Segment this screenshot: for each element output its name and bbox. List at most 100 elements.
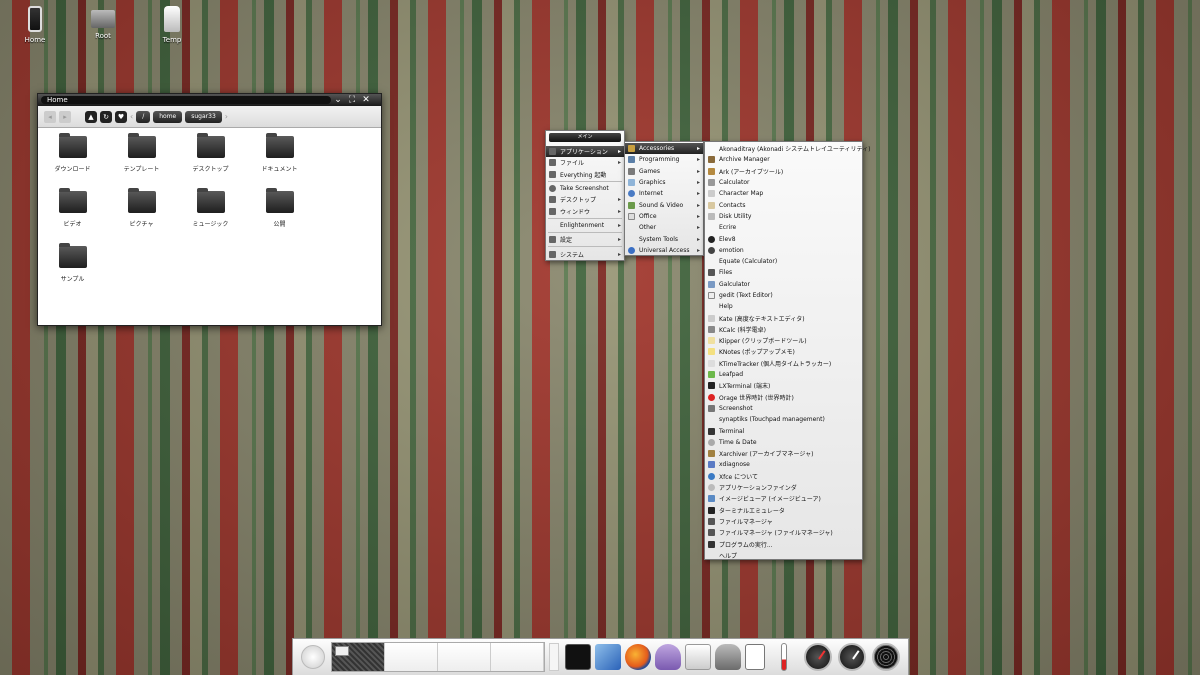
pager-desktop-3[interactable] [438, 643, 491, 671]
refresh-button[interactable]: ↻ [100, 110, 112, 123]
menu-item-app-finder[interactable]: アプリケーションファインダ [705, 482, 862, 493]
menu-item-applications[interactable]: アプリケーション ▸ [546, 146, 624, 158]
window-titlebar[interactable]: Home ⌄ ⛶ ✕ [38, 94, 381, 106]
network-rings-icon[interactable] [872, 643, 900, 671]
folder-item[interactable]: ダウンロード [38, 133, 107, 173]
start-menu-icon[interactable] [301, 645, 325, 669]
menu-item-sound-video[interactable]: Sound & Video ▸ [625, 199, 703, 210]
menu-item-kate[interactable]: Kate (高度なテキストエディタ) [705, 312, 862, 323]
menu-item-accessories[interactable]: Accessories ▸ [625, 143, 703, 155]
breadcrumb-scroll-right-icon[interactable]: › [225, 112, 228, 121]
clock-gauge-icon[interactable] [838, 643, 866, 671]
menu-item-kcalc[interactable]: KCalc (科学電卓) [705, 324, 862, 335]
folder-item[interactable]: ピクチャ [107, 188, 176, 228]
menu-item-calculator[interactable]: Calculator [705, 177, 862, 188]
menu-item-system[interactable]: システム ▸ [546, 248, 624, 259]
menu-item-ark[interactable]: Ark (アーカイブツール) [705, 166, 862, 177]
gimp-icon[interactable] [715, 644, 741, 670]
desktop-icon-root[interactable]: Root [81, 6, 125, 40]
menu-item-ecrire[interactable]: Ecrire [705, 222, 862, 233]
taskbar-slot[interactable] [549, 643, 559, 671]
breadcrumb-root[interactable]: / [136, 110, 151, 123]
menu-item-help[interactable]: Help [705, 301, 862, 312]
menu-item-disk-utility[interactable]: Disk Utility [705, 211, 862, 222]
shade-button[interactable]: ⌄ [331, 95, 345, 105]
desktop-icon-home[interactable]: Home [13, 6, 57, 44]
folder-item[interactable]: サンプル [38, 243, 107, 283]
thermometer-icon[interactable] [781, 643, 787, 671]
menu-item-gedit[interactable]: gedit (Text Editor) [705, 290, 862, 301]
menu-item-graphics[interactable]: Graphics ▸ [625, 177, 703, 188]
menu-item-file-manager-2[interactable]: ファイルマネージャ (ファイルマネージャ) [705, 527, 862, 538]
menu-item-take-screenshot[interactable]: Take Screenshot [546, 183, 624, 194]
menu-item-file-manager[interactable]: ファイルマネージャ [705, 516, 862, 527]
menu-item-elev8[interactable]: Elev8 [705, 233, 862, 244]
folder-item[interactable]: 公開 [245, 188, 314, 228]
menu-item-image-viewer[interactable]: イメージビューア (イメージビューア) [705, 493, 862, 504]
menu-item-knotes[interactable]: KNotes (ポップアップメモ) [705, 346, 862, 357]
menu-item-internet[interactable]: Internet ▸ [625, 188, 703, 199]
menu-item-contacts[interactable]: Contacts [705, 199, 862, 210]
document-icon[interactable] [745, 644, 765, 670]
menu-item-files[interactable]: Files [705, 267, 862, 278]
menu-item-office[interactable]: Office ▸ [625, 211, 703, 222]
up-button[interactable]: ▲ [85, 110, 97, 123]
menu-item-ktimetracker[interactable]: KTimeTracker (個人用タイムトラッカー) [705, 358, 862, 369]
menu-item-emotion[interactable]: emotion [705, 245, 862, 256]
forward-button[interactable]: ▸ [59, 110, 71, 123]
breadcrumb-user[interactable]: sugar33 [185, 110, 222, 123]
menu-item-lxterminal[interactable]: LXTerminal (端末) [705, 380, 862, 391]
back-button[interactable]: ◂ [44, 110, 56, 123]
menu-item-programming[interactable]: Programming ▸ [625, 154, 703, 165]
clock-icon [708, 393, 715, 401]
menu-item-everything[interactable]: Everything 起動 [546, 169, 624, 180]
menu-item-system-tools[interactable]: System Tools ▸ [625, 233, 703, 244]
firefox-icon[interactable] [625, 644, 651, 670]
menu-item-xarchiver[interactable]: Xarchiver (アーカイブマネージャ) [705, 448, 862, 459]
close-button[interactable]: ✕ [359, 95, 373, 105]
menu-item-files[interactable]: ファイル ▸ [546, 157, 624, 168]
folder-item[interactable]: デスクトップ [176, 133, 245, 173]
menu-item-run-program[interactable]: プログラムの実行... [705, 538, 862, 549]
cpu-gauge-icon[interactable] [804, 643, 832, 671]
menu-item-archive-manager[interactable]: Archive Manager [705, 154, 862, 165]
menu-item-leafpad[interactable]: Leafpad [705, 369, 862, 380]
favorite-button[interactable]: ♥ [115, 110, 127, 123]
pager-desktop-2[interactable] [385, 643, 438, 671]
menu-item-akonaditray[interactable]: Akonaditray (Akonadi システムトレイユーティリティ) [705, 143, 871, 154]
menu-item-settings[interactable]: 設定 ▸ [546, 234, 624, 245]
folder-item[interactable]: ビデオ [38, 188, 107, 228]
menu-item-xdiagnose[interactable]: xdiagnose [705, 459, 862, 470]
terminal-icon[interactable] [565, 644, 591, 670]
folder-item[interactable]: ミュージック [176, 188, 245, 228]
menu-item-games[interactable]: Games ▸ [625, 166, 703, 177]
menu-item-klipper[interactable]: Klipper (クリップボードツール) [705, 335, 862, 346]
menu-item-desktop[interactable]: デスクトップ ▸ [546, 194, 624, 205]
menu-item-character-map[interactable]: Character Map [705, 188, 862, 199]
folder-item[interactable]: テンプレート [107, 133, 176, 173]
image-viewer-icon[interactable] [595, 644, 621, 670]
menu-item-enlightenment[interactable]: Enlightenment ▸ [546, 220, 624, 231]
menu-item-screenshot[interactable]: Screenshot [705, 403, 862, 414]
desktop-icon-temp[interactable]: Temp [150, 6, 194, 44]
pidgin-icon[interactable] [655, 644, 681, 670]
menu-item-help-ja[interactable]: ヘルプ [705, 550, 862, 561]
breadcrumb-scroll-left-icon[interactable]: ‹ [130, 112, 133, 121]
menu-item-equate[interactable]: Equate (Calculator) [705, 256, 862, 267]
menu-item-orage-clock[interactable]: Orage 世界時計 (世界時計) [705, 392, 862, 403]
menu-item-universal-access[interactable]: Universal Access ▸ [625, 245, 703, 256]
menu-item-other[interactable]: Other ▸ [625, 222, 703, 233]
menu-item-galculator[interactable]: Galculator [705, 279, 862, 290]
menu-item-terminal-emulator[interactable]: ターミナルエミュレータ [705, 505, 862, 516]
menu-item-synaptiks[interactable]: synaptiks (Touchpad management) [705, 414, 862, 425]
menu-item-about-xfce[interactable]: Xfce について [705, 471, 862, 482]
maximize-button[interactable]: ⛶ [345, 95, 359, 105]
menu-item-terminal[interactable]: Terminal [705, 425, 862, 436]
menu-item-windows[interactable]: ウィンドウ ▸ [546, 205, 624, 216]
folder-item[interactable]: ドキュメント [245, 133, 314, 173]
pager-desktop-4[interactable] [491, 643, 544, 671]
breadcrumb-home[interactable]: home [153, 110, 183, 123]
chat-icon[interactable] [685, 644, 711, 670]
menu-item-time-date[interactable]: Time & Date [705, 437, 862, 448]
pager-desktop-1[interactable] [332, 643, 385, 671]
